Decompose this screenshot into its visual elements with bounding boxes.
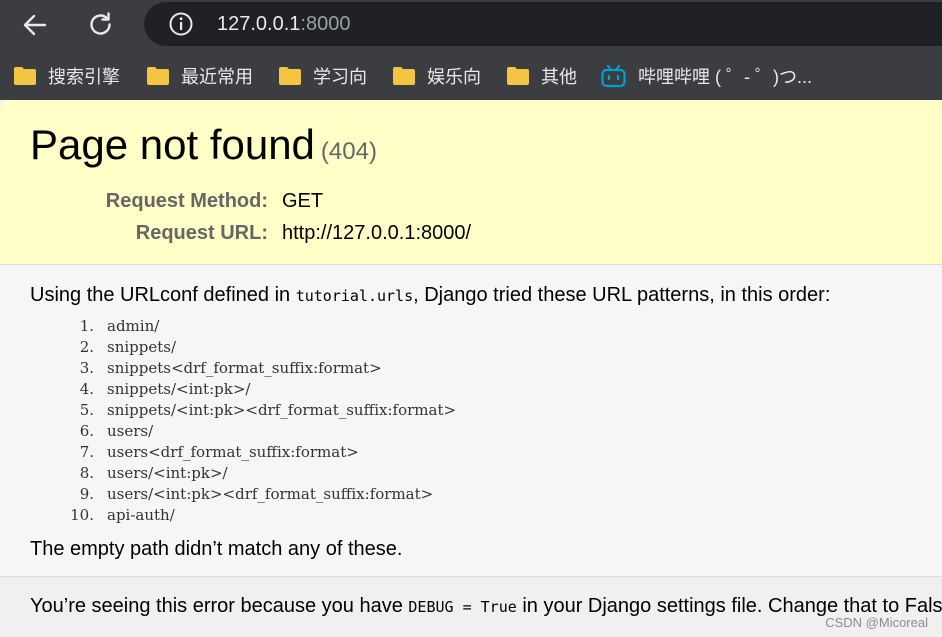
pattern-number: 3. bbox=[79, 359, 94, 377]
pattern-number: 1. bbox=[79, 317, 94, 335]
title-text: Page not found bbox=[30, 121, 315, 168]
reload-icon bbox=[90, 12, 111, 35]
bookmark-label: 搜索引擎 bbox=[48, 67, 120, 87]
url-host: 127.0.0.1 bbox=[217, 13, 301, 35]
bookmark-label: 其他 bbox=[541, 67, 577, 87]
bookmark-recent[interactable]: 最近常用 bbox=[146, 64, 253, 88]
pattern-path: snippets/<int:pk>/ bbox=[107, 380, 251, 398]
explanation-before: You’re seeing this error because you hav… bbox=[30, 595, 409, 617]
bookmark-label: 娱乐向 bbox=[427, 67, 481, 87]
pattern-number: 7. bbox=[79, 443, 94, 461]
request-url-label: Request URL: bbox=[135, 222, 268, 244]
page-viewport: Page not found (404) Request Method: GET … bbox=[0, 100, 942, 637]
request-method-row: Request Method: GET bbox=[0, 187, 942, 215]
watermark: CSDN @Micoreal bbox=[825, 615, 928, 630]
pattern-path: users/ bbox=[107, 422, 154, 440]
folder-icon bbox=[507, 67, 529, 85]
bookmark-label: 哔哩哔哩 ( ゜- ゜)つ... bbox=[638, 67, 812, 87]
bookmark-bilibili[interactable]: 哔哩哔哩 ( ゜- ゜)つ... bbox=[601, 64, 812, 88]
request-url-value: http://127.0.0.1:8000/ bbox=[282, 222, 472, 244]
bookmark-study[interactable]: 学习向 bbox=[278, 64, 367, 88]
pattern-path: users/<int:pk><drf_format_suffix:format> bbox=[107, 485, 434, 503]
bilibili-icon bbox=[601, 64, 626, 87]
pattern-path: admin/ bbox=[107, 317, 160, 335]
bookmark-other[interactable]: 其他 bbox=[506, 64, 577, 88]
pattern-path: users/<int:pk>/ bbox=[107, 464, 228, 482]
bookmark-label: 最近常用 bbox=[181, 67, 253, 87]
bookmark-search-engines[interactable]: 搜索引擎 bbox=[13, 64, 120, 88]
arrow-left-icon bbox=[23, 14, 47, 36]
folder-icon bbox=[393, 67, 415, 85]
intro-before: Using the URLconf defined in bbox=[30, 284, 296, 306]
address-url[interactable]: 127.0.0.1:8000 bbox=[217, 12, 350, 36]
bookmark-entertainment[interactable]: 娱乐向 bbox=[392, 64, 481, 88]
pattern-number: 5. bbox=[79, 401, 94, 419]
pattern-number: 4. bbox=[79, 380, 94, 398]
pattern-number: 6. bbox=[79, 422, 94, 440]
pattern-number: 9. bbox=[79, 485, 94, 503]
empty-path-message: The empty path didn’t match any of these… bbox=[30, 538, 403, 560]
url-port: :8000 bbox=[300, 13, 351, 35]
pattern-path: snippets<drf_format_suffix:format> bbox=[107, 359, 382, 377]
pattern-path: snippets/ bbox=[107, 338, 177, 356]
folder-icon bbox=[14, 67, 36, 85]
urlconf-module: tutorial.urls bbox=[295, 287, 414, 305]
info-icon[interactable] bbox=[168, 11, 194, 37]
bookmarks-bar: 搜索引擎 最近常用 学习向 娱乐向 其他 哔哩哔哩 ( ゜- ゜)つ... bbox=[0, 52, 942, 100]
explanation-text: You’re seeing this error because you hav… bbox=[30, 592, 942, 621]
bookmark-label: 学习向 bbox=[313, 67, 367, 87]
pattern-path: users<drf_format_suffix:format> bbox=[107, 443, 359, 461]
debug-setting: DEBUG = True bbox=[408, 598, 517, 616]
urlconf-info: Using the URLconf defined in tutorial.ur… bbox=[0, 265, 942, 576]
page-title: Page not found (404) bbox=[30, 120, 377, 177]
request-url-row: Request URL: http://127.0.0.1:8000/ bbox=[0, 219, 942, 247]
back-button[interactable] bbox=[18, 8, 52, 42]
explanation-after: in your Django settings file. Change tha… bbox=[522, 595, 942, 617]
pattern-number: 10. bbox=[70, 506, 94, 524]
pattern-path: api-auth/ bbox=[107, 506, 175, 524]
intro-after: , Django tried these URL patterns, in th… bbox=[413, 284, 831, 306]
request-method-label: Request Method: bbox=[105, 190, 268, 212]
folder-icon bbox=[147, 67, 169, 85]
pattern-path: snippets/<int:pk><drf_format_suffix:form… bbox=[107, 401, 457, 419]
reload-button[interactable] bbox=[84, 8, 118, 42]
request-method-value: GET bbox=[282, 190, 324, 212]
pattern-number: 8. bbox=[79, 464, 94, 482]
urlconf-intro: Using the URLconf defined in tutorial.ur… bbox=[30, 281, 830, 310]
error-summary: Page not found (404) Request Method: GET … bbox=[0, 100, 942, 265]
browser-toolbar: 127.0.0.1:8000 bbox=[0, 0, 942, 52]
folder-icon bbox=[279, 67, 301, 85]
status-code: (404) bbox=[320, 138, 377, 165]
debug-explanation: You’re seeing this error because you hav… bbox=[0, 576, 942, 637]
address-bar[interactable]: 127.0.0.1:8000 bbox=[144, 2, 942, 46]
pattern-number: 2. bbox=[79, 338, 94, 356]
